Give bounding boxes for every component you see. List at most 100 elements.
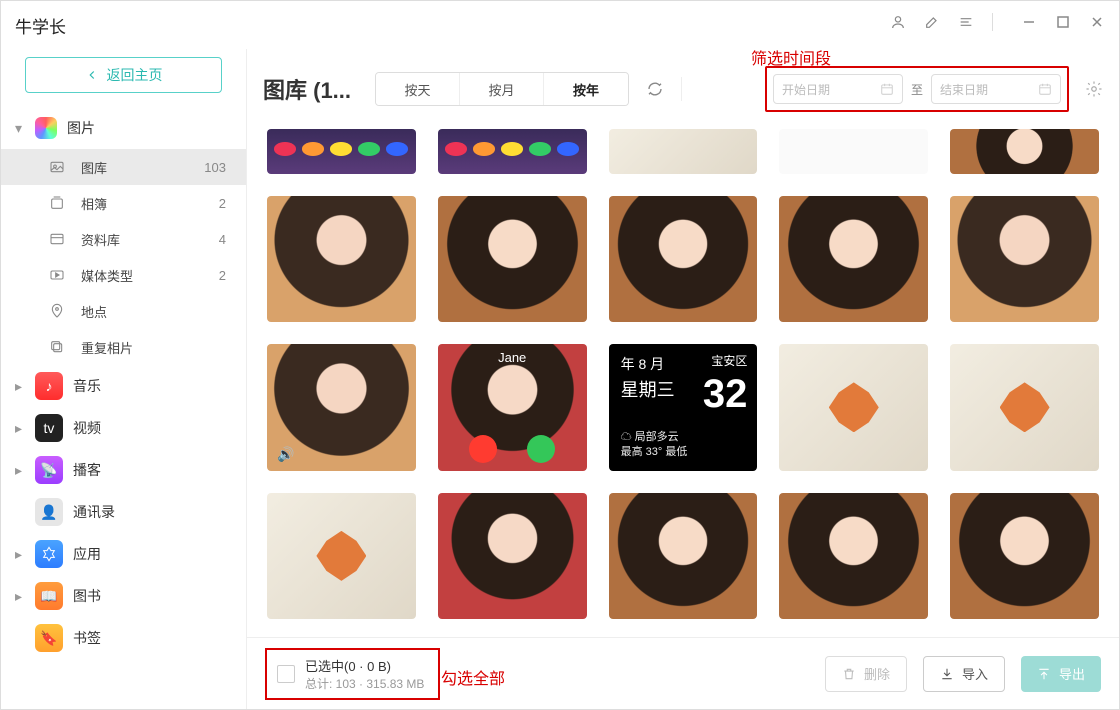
photo-thumb[interactable] — [950, 196, 1099, 322]
nav-label-apps: 应用 — [73, 544, 101, 564]
photos-icon — [35, 117, 57, 139]
nav-sub-label: 媒体类型 — [81, 266, 133, 285]
nav-label-bookmarks: 书签 — [73, 628, 101, 648]
delete-label: 删除 — [864, 664, 890, 683]
bookmarks-icon: 🔖 — [35, 624, 63, 652]
maximize-button[interactable] — [1055, 14, 1071, 30]
photo-thumb[interactable] — [779, 129, 928, 174]
caret-right-icon: ▸ — [15, 462, 25, 479]
photo-thumb[interactable]: 年 8 月 星期三 32 宝安区 ☁ 局部多云最高 33° 最低 — [609, 344, 758, 470]
call-controls — [438, 435, 587, 463]
nav-sub-library[interactable]: 图库 103 — [1, 149, 246, 185]
nav-label-photos: 图片 — [67, 118, 95, 138]
nav-parent-bookmarks[interactable]: 🔖 书签 — [1, 617, 246, 659]
total-count-label: 总计: 103 · 315.83 MB — [305, 675, 424, 692]
duplicates-icon — [49, 339, 67, 355]
nav-parent-podcast[interactable]: ▸ 📡 播客 — [1, 449, 246, 491]
nav-sub-datastore[interactable]: 资料库 4 — [1, 221, 246, 257]
segment-day[interactable]: 按天 — [376, 73, 460, 105]
photo-thumb[interactable] — [438, 493, 587, 619]
nav-label-contacts: 通讯录 — [73, 502, 115, 522]
photo-thumb[interactable] — [779, 344, 928, 470]
photo-thumb[interactable]: 🔊 — [267, 344, 416, 470]
nav-sub-count: 2 — [219, 196, 226, 211]
podcast-icon: 📡 — [35, 456, 63, 484]
caret-down-icon: ▾ — [15, 120, 25, 137]
nav-group-photos: ▾ 图片 图库 103 相簿 2 — [1, 107, 246, 365]
refresh-button[interactable] — [641, 75, 669, 103]
photo-thumb[interactable] — [267, 196, 416, 322]
user-icon[interactable] — [890, 14, 906, 30]
nav-sub-label: 资料库 — [81, 230, 120, 249]
close-button[interactable] — [1089, 14, 1105, 30]
footer-selection-box: 已选中(0 · 0 B) 总计: 103 · 315.83 MB — [265, 648, 440, 700]
back-arrow-icon — [85, 68, 99, 82]
nav-sub-albums[interactable]: 相簿 2 — [1, 185, 246, 221]
weather-desc: ☁ 局部多云最高 33° 最低 — [621, 430, 688, 461]
nav-sub-duplicates[interactable]: 重复相片 — [1, 329, 246, 365]
export-button[interactable]: 导出 — [1021, 656, 1101, 692]
select-all-checkbox[interactable] — [277, 665, 295, 683]
calendar-icon — [1038, 82, 1052, 96]
photo-thumb[interactable] — [267, 493, 416, 619]
back-home-button[interactable]: 返回主页 — [25, 57, 222, 93]
nav-parent-apps[interactable]: ▸ 应用 — [1, 533, 246, 575]
nav-parent-contacts[interactable]: 👤 通讯录 — [1, 491, 246, 533]
delete-button[interactable]: 删除 — [825, 656, 907, 692]
decline-icon — [469, 435, 497, 463]
photo-thumb[interactable]: Jane — [438, 344, 587, 470]
nav-sub-label: 地点 — [81, 302, 107, 321]
nav-sub-mediatypes[interactable]: 媒体类型 2 — [1, 257, 246, 293]
photo-thumb[interactable] — [950, 493, 1099, 619]
import-button[interactable]: 导入 — [923, 656, 1005, 692]
nav-parent-photos[interactable]: ▾ 图片 — [1, 107, 246, 149]
edit-icon[interactable] — [924, 14, 940, 30]
segment-month[interactable]: 按月 — [460, 73, 544, 105]
weather-day: 星期三 — [621, 376, 675, 402]
app-title: 牛学长 — [15, 13, 66, 38]
titlebar-divider — [992, 13, 993, 31]
back-home-label: 返回主页 — [107, 65, 163, 85]
segment-year[interactable]: 按年 — [544, 73, 628, 105]
body: 返回主页 ▾ 图片 图库 103 相簿 — [1, 49, 1119, 709]
photo-thumb[interactable] — [438, 129, 587, 174]
photo-thumb[interactable] — [267, 129, 416, 174]
nav-label-music: 音乐 — [73, 376, 101, 396]
photo-thumb[interactable] — [950, 344, 1099, 470]
nav-parent-music[interactable]: ▸ ♪ 音乐 — [1, 365, 246, 407]
photo-thumb[interactable] — [950, 129, 1099, 174]
nav-parent-books[interactable]: ▸ 📖 图书 — [1, 575, 246, 617]
trash-icon — [842, 667, 856, 681]
titlebar-right — [890, 13, 1105, 31]
page-title: 图库 (1... — [263, 73, 363, 105]
nav-sub-count: 103 — [204, 160, 226, 175]
nav-sub-label: 相簿 — [81, 194, 107, 213]
footer-texts: 已选中(0 · 0 B) 总计: 103 · 315.83 MB — [305, 656, 424, 692]
photo-thumb[interactable] — [609, 129, 758, 174]
date-end-input[interactable]: 结束日期 — [931, 74, 1061, 104]
thumb-contact-name: Jane — [438, 350, 587, 365]
caret-right-icon: ▸ — [15, 588, 25, 605]
settings-button[interactable] — [1085, 80, 1103, 98]
date-start-placeholder: 开始日期 — [782, 81, 830, 98]
caret-right-icon: ▸ — [15, 420, 25, 437]
photo-thumb[interactable] — [609, 196, 758, 322]
menu-icon[interactable] — [958, 14, 974, 30]
titlebar: 牛学长 — [1, 1, 1119, 49]
export-label: 导出 — [1059, 664, 1085, 683]
nav-sub-count: 4 — [219, 232, 226, 247]
photo-thumb[interactable] — [779, 196, 928, 322]
photo-thumb[interactable] — [779, 493, 928, 619]
photo-grid: 🔊 Jane 年 8 月 星期三 32 宝安区 ☁ 局部多云最高 33° 最低 — [267, 129, 1099, 619]
minimize-button[interactable] — [1021, 14, 1037, 30]
photo-thumb[interactable] — [438, 196, 587, 322]
date-start-input[interactable]: 开始日期 — [773, 74, 903, 104]
nav-parent-video[interactable]: ▸ tv 视频 — [1, 407, 246, 449]
nav-list: ▾ 图片 图库 103 相簿 2 — [1, 107, 246, 709]
photo-thumb[interactable] — [609, 493, 758, 619]
nav-sub-places[interactable]: 地点 — [1, 293, 246, 329]
segment-group: 按天 按月 按年 — [375, 72, 629, 106]
weather-region: 宝安区 — [711, 352, 747, 369]
photo-grid-scroll[interactable]: 🔊 Jane 年 8 月 星期三 32 宝安区 ☁ 局部多云最高 33° 最低 — [247, 119, 1119, 637]
app-window: 筛选时间段 勾选全部 牛学长 返回主页 ▾ — [0, 0, 1120, 710]
